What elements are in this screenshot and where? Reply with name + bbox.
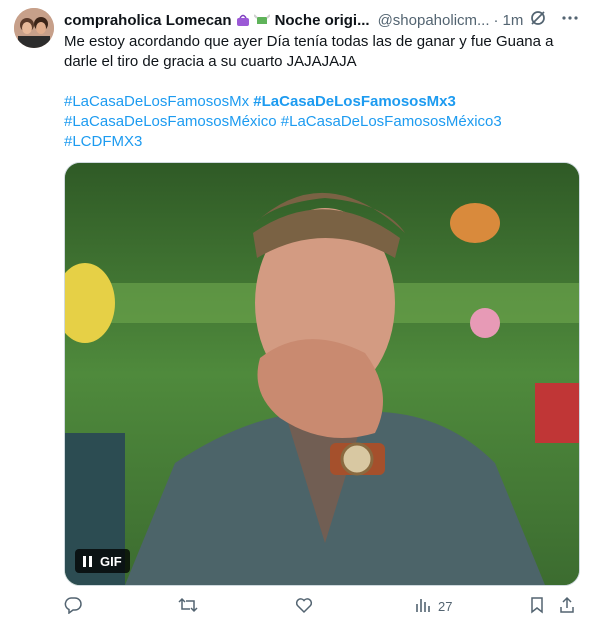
like-button[interactable]: [295, 596, 313, 617]
hashtag-block: #LaCasaDeLosFamososMx #LaCasaDeLosFamoso…: [64, 92, 574, 152]
bookmark-icon: [528, 596, 546, 617]
gif-badge[interactable]: GIF: [75, 549, 130, 573]
gif-frame-image: [65, 163, 579, 585]
avatar[interactable]: [14, 8, 54, 48]
pause-icon[interactable]: [83, 555, 92, 567]
retweet-button[interactable]: [178, 596, 198, 617]
bookmark-button[interactable]: [528, 596, 546, 617]
heart-icon: [295, 596, 313, 617]
hashtag-link[interactable]: #LaCasaDeLosFamososMéxico3: [281, 113, 502, 130]
views-button[interactable]: 27: [414, 596, 452, 617]
hashtag-link[interactable]: #LaCasaDeLosFamososMx: [64, 93, 249, 110]
money-with-wings-icon: [252, 13, 271, 27]
gif-label: GIF: [100, 553, 122, 569]
gif-media[interactable]: GIF: [64, 162, 580, 586]
header-actions: [529, 9, 579, 32]
share-icon: [558, 596, 576, 617]
views-icon: [414, 596, 432, 617]
more-options-icon[interactable]: [561, 9, 579, 32]
author-name-suffix[interactable]: Noche origi...: [275, 12, 370, 29]
author-handle[interactable]: @shopaholicm...: [378, 12, 490, 29]
reply-button[interactable]: [64, 596, 82, 617]
tweet-time[interactable]: 1m: [503, 12, 524, 29]
retweet-icon: [178, 596, 198, 617]
views-count: 27: [438, 599, 453, 614]
share-button[interactable]: [558, 596, 576, 617]
grok-icon[interactable]: [529, 9, 547, 32]
author-name[interactable]: compraholica Lomecan: [64, 12, 232, 29]
separator-dot: ·: [493, 11, 499, 29]
tweet-actions: 27: [64, 596, 584, 618]
hashtag-link[interactable]: #LaCasaDeLosFamososMx3: [253, 93, 456, 110]
hashtag-link[interactable]: #LCDFMX3: [64, 133, 142, 150]
reply-icon: [64, 596, 82, 617]
tweet-text: Me estoy acordando que ayer Día tenía to…: [64, 33, 554, 70]
handbag-emoji-icon: [235, 13, 251, 27]
tweet-header: compraholica Lomecan Noche origi... @sho…: [64, 10, 584, 30]
hashtag-link[interactable]: #LaCasaDeLosFamososMéxico: [64, 113, 277, 130]
